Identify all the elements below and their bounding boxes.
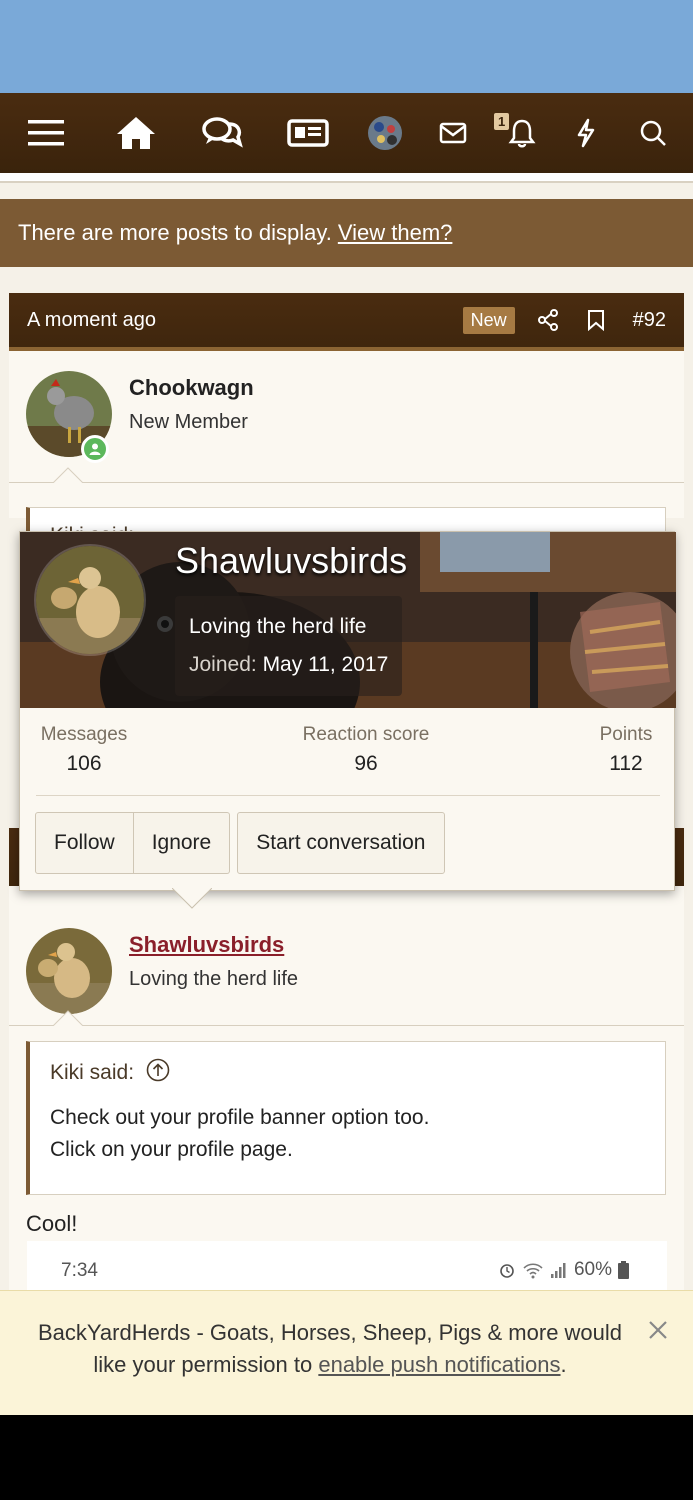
- signal-icon: [550, 1263, 566, 1278]
- start-conversation-button[interactable]: Start conversation: [237, 812, 445, 874]
- enable-push-link[interactable]: enable push notifications: [318, 1352, 560, 1377]
- username[interactable]: Chookwagn: [129, 375, 254, 401]
- alerts-bell-icon[interactable]: 1: [488, 93, 548, 173]
- inbox-icon[interactable]: [423, 93, 483, 173]
- divider: [36, 795, 660, 796]
- quote-author[interactable]: Kiki said:: [50, 1061, 134, 1085]
- avatar[interactable]: [26, 928, 112, 1014]
- forums-icon[interactable]: [192, 93, 252, 173]
- post-user-block: Chookwagn New Member: [9, 351, 684, 483]
- more-posts-notice: There are more posts to display. View th…: [0, 199, 693, 267]
- popup-caret-icon: [172, 888, 212, 909]
- reply-text: Cool!: [26, 1211, 78, 1236]
- stat-value: 96: [354, 752, 378, 775]
- attachment-time: 7:34: [61, 1260, 98, 1281]
- lightning-icon[interactable]: [556, 93, 616, 173]
- account-avatar-icon[interactable]: [355, 93, 415, 173]
- user-title: New Member: [129, 411, 248, 433]
- member-tooltip-popup: Shawluvsbirds Loving the herd life Joine…: [19, 531, 676, 891]
- top-navbar: 1: [0, 93, 693, 173]
- search-icon[interactable]: [623, 93, 683, 173]
- stat-value: 112: [609, 752, 643, 775]
- username-link[interactable]: Shawluvsbirds: [129, 932, 298, 958]
- thread-page: There are more posts to display. View th…: [0, 173, 693, 1415]
- post-time[interactable]: A moment ago: [27, 309, 156, 332]
- post-92: A moment ago New #92 Chookwagn New Membe…: [9, 293, 684, 567]
- close-icon[interactable]: [647, 1319, 669, 1346]
- alarm-icon: [500, 1264, 514, 1278]
- caret-up-icon: [53, 1010, 83, 1026]
- post-number[interactable]: #92: [633, 309, 666, 332]
- user-title: Loving the herd life: [129, 968, 299, 990]
- quote-block: Kiki said: Check out your profile banner…: [26, 1041, 666, 1195]
- online-status-icon: [81, 435, 109, 463]
- popup-actions: Follow Ignore Start conversation: [35, 812, 445, 874]
- jump-to-quote-icon[interactable]: [146, 1058, 170, 1088]
- new-badge: New: [462, 306, 515, 334]
- popup-tagline: Loving the herd life: [189, 615, 367, 638]
- home-icon[interactable]: [106, 93, 166, 173]
- joined-label: Joined:: [189, 653, 257, 676]
- push-notification-prompt: BackYardHerds - Goats, Horses, Sheep, Pi…: [0, 1290, 693, 1415]
- stat-label: Messages: [40, 724, 128, 745]
- profile-banner: Shawluvsbirds Loving the herd life Joine…: [20, 532, 676, 708]
- whats-new-icon[interactable]: [278, 93, 338, 173]
- ignore-button[interactable]: Ignore: [133, 812, 231, 874]
- view-more-posts-link[interactable]: View them?: [338, 220, 453, 246]
- stat-messages: Messages 106: [36, 724, 132, 776]
- battery-icon: [618, 1261, 629, 1279]
- stat-reaction-score: Reaction score 96: [286, 724, 446, 776]
- popup-info-box: Loving the herd life Joined: May 11, 201…: [175, 596, 403, 696]
- post-header: A moment ago New #92: [9, 293, 684, 351]
- stat-value: 106: [66, 752, 102, 775]
- post-user-block-93: Shawluvsbirds Loving the herd life: [9, 886, 684, 1026]
- page-divider: [0, 173, 693, 183]
- more-posts-text: There are more posts to display.: [18, 220, 332, 245]
- popup-username[interactable]: Shawluvsbirds: [175, 540, 407, 582]
- menu-icon[interactable]: [16, 93, 76, 173]
- quote-line-2: Click on your profile page.: [50, 1138, 293, 1161]
- share-icon[interactable]: [537, 309, 559, 331]
- member-stats: Messages 106 Reaction score 96 Points 11…: [20, 708, 676, 798]
- wifi-icon: [523, 1263, 543, 1279]
- follow-button[interactable]: Follow: [35, 812, 134, 874]
- quote-line-1: Check out your profile banner option too…: [50, 1106, 430, 1129]
- battery-percent: 60%: [573, 1259, 612, 1280]
- push-prompt-text: BackYardHerds - Goats, Horses, Sheep, Pi…: [20, 1317, 640, 1381]
- notification-count-badge: 1: [494, 113, 510, 130]
- stat-label: Points: [599, 724, 653, 745]
- caret-up-icon: [53, 467, 83, 483]
- attachment-status-icons: 60%: [498, 1259, 629, 1281]
- stat-points: Points 112: [590, 724, 662, 776]
- bookmark-icon[interactable]: [587, 309, 605, 331]
- system-status-bar: [0, 0, 693, 93]
- joined-date: May 11, 2017: [262, 653, 389, 676]
- push-prompt-period: .: [560, 1352, 567, 1377]
- popup-avatar[interactable]: [34, 544, 146, 656]
- stat-label: Reaction score: [302, 724, 430, 745]
- system-nav-bar: [0, 1415, 693, 1500]
